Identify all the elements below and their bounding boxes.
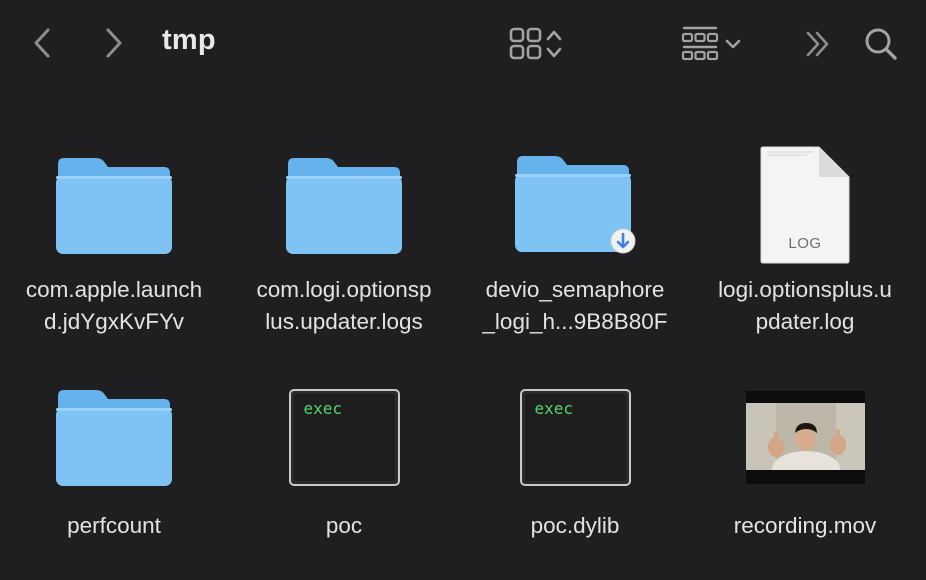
double-chevron-right-icon	[806, 31, 829, 57]
file-name: com.logi.optionsp lus.updater.logs	[256, 277, 432, 334]
document-type-label: LOG	[788, 235, 822, 252]
back-button[interactable]	[26, 26, 58, 60]
file-grid: com.apple.launch d.jdYgxKvFYv com.logi.op…	[0, 140, 926, 580]
exec-label: exec	[524, 393, 626, 481]
search-button[interactable]	[860, 24, 902, 64]
download-badge-icon	[610, 228, 636, 254]
group-by-icon	[681, 26, 719, 61]
file-item[interactable]: com.apple.launch d.jdYgxKvFYv	[6, 140, 222, 338]
file-name: poc.dylib	[530, 513, 620, 538]
forward-button[interactable]	[98, 26, 130, 60]
chevron-down-icon	[725, 39, 741, 49]
chevron-left-icon	[34, 28, 50, 58]
file-item[interactable]: exec poc.dylib	[467, 372, 683, 542]
file-item[interactable]: com.logi.optionsp lus.updater.logs	[236, 140, 452, 338]
file-name: recording.mov	[733, 513, 877, 538]
view-mode-button[interactable]	[500, 26, 572, 62]
group-by-button[interactable]	[674, 24, 750, 64]
file-name: logi.optionsplus.u pdater.log	[718, 277, 892, 334]
log-document-icon: LOG	[759, 145, 851, 265]
more-toolbar-button[interactable]	[800, 26, 836, 62]
toolbar: tmp	[0, 0, 926, 88]
chevron-right-icon	[106, 28, 122, 58]
file-name: poc	[325, 513, 363, 538]
file-item[interactable]: devio_semaphore _logi_h...9B8B80F	[467, 140, 683, 338]
file-name: devio_semaphore _logi_h...9B8B80F	[482, 277, 668, 334]
updown-chevron-icon	[546, 30, 562, 58]
executable-icon: exec	[519, 388, 631, 486]
executable-icon: exec	[288, 388, 400, 486]
file-item[interactable]: recording.mov	[697, 372, 913, 542]
folder-icon	[56, 390, 172, 486]
file-name: perfcount	[67, 513, 161, 538]
exec-label: exec	[293, 393, 395, 481]
file-item[interactable]: perfcount	[6, 372, 222, 542]
file-name: com.apple.launch d.jdYgxKvFYv	[25, 277, 203, 334]
search-icon	[865, 28, 897, 60]
grid-view-icon	[509, 27, 542, 60]
file-item[interactable]: LOG logi.optionsplus.u pdater.log	[697, 140, 913, 338]
folder-icon	[515, 156, 636, 254]
file-item[interactable]: exec poc	[236, 372, 452, 542]
window-title: tmp	[162, 24, 216, 56]
folder-icon	[286, 158, 402, 254]
folder-icon	[56, 158, 172, 254]
video-thumbnail	[745, 390, 865, 484]
